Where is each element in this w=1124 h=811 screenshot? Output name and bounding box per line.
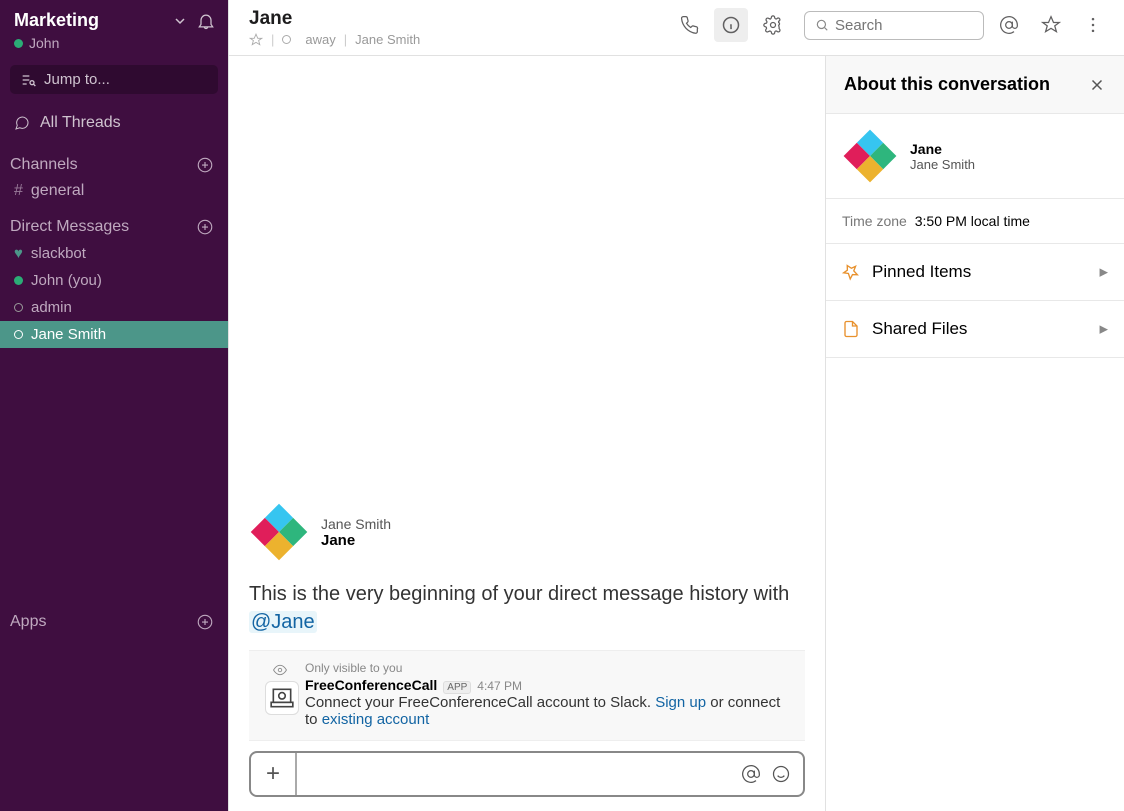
visibility-label: Only visible to you — [305, 661, 402, 675]
call-button[interactable] — [672, 8, 706, 42]
search-icon — [815, 17, 829, 33]
pin-icon — [842, 263, 860, 281]
dm-item-slackbot[interactable]: ♥ slackbot — [0, 240, 228, 267]
star-button[interactable] — [1034, 8, 1068, 42]
conversation-title: Jane — [249, 8, 672, 30]
intro-fullname: Jane Smith — [321, 516, 391, 532]
presence-online-icon — [14, 276, 23, 285]
timezone-row: Time zone 3:50 PM local time — [826, 199, 1124, 244]
dm-name: admin — [31, 299, 72, 316]
search-input[interactable] — [835, 17, 973, 34]
channels-label[interactable]: Channels — [10, 156, 78, 174]
dm-label[interactable]: Direct Messages — [10, 218, 129, 236]
star-icon[interactable] — [249, 33, 263, 47]
mentions-button[interactable] — [992, 8, 1026, 42]
presence-away-icon — [14, 330, 23, 339]
chevron-right-icon: ▸ — [1099, 319, 1108, 339]
tz-value: 3:50 PM local time — [915, 213, 1030, 229]
presence-away-icon — [282, 35, 291, 44]
channel-name: general — [31, 182, 84, 200]
file-icon — [842, 320, 860, 338]
intro-displayname: Jane — [321, 532, 391, 549]
system-message: Only visible to you FreeConferenceCall A… — [249, 650, 805, 741]
current-user-name: John — [29, 35, 59, 51]
dm-name: John (you) — [31, 272, 102, 289]
shared-files-label: Shared Files — [872, 319, 967, 339]
shared-files-row[interactable]: Shared Files ▸ — [826, 301, 1124, 358]
details-panel: About this conversation Jane Jane Smith — [826, 56, 1124, 811]
sidebar: Marketing John Jump to... All Threads Ch… — [0, 0, 228, 811]
pinned-items-row[interactable]: Pinned Items ▸ — [826, 244, 1124, 301]
add-channel-button[interactable] — [196, 156, 214, 174]
details-title: About this conversation — [844, 74, 1050, 95]
presence-online-icon — [14, 39, 23, 48]
dm-intro: Jane Smith Jane This is the very beginni… — [249, 502, 805, 650]
chevron-down-icon — [174, 15, 186, 27]
info-button[interactable] — [714, 8, 748, 42]
apps-label[interactable]: Apps — [10, 613, 46, 631]
workspace-name: Marketing — [14, 10, 174, 31]
details-display-name: Jane — [910, 141, 975, 157]
eye-icon — [273, 663, 287, 677]
hash-icon: # — [14, 182, 23, 200]
attach-button[interactable]: + — [251, 753, 297, 795]
signup-link[interactable]: Sign up — [655, 694, 706, 711]
channels-header: Channels — [0, 142, 228, 178]
details-full-name: Jane Smith — [910, 157, 975, 172]
add-app-button[interactable] — [196, 613, 214, 631]
sys-body-1: Connect your FreeConferenceCall account … — [305, 694, 655, 711]
existing-account-link[interactable]: existing account — [322, 711, 430, 728]
more-button[interactable] — [1076, 8, 1110, 42]
pinned-label: Pinned Items — [872, 262, 971, 282]
details-user-row[interactable]: Jane Jane Smith — [826, 114, 1124, 199]
dm-item-admin[interactable]: admin — [0, 294, 228, 321]
avatar — [842, 128, 898, 184]
workspace-header[interactable]: Marketing — [0, 0, 228, 35]
dm-name: slackbot — [31, 245, 86, 262]
message-area: Jane Smith Jane This is the very beginni… — [229, 56, 826, 811]
dm-name: Jane Smith — [31, 326, 106, 343]
app-name: FreeConferenceCall — [305, 677, 437, 693]
channel-header: Jane | away | Jane Smith — [249, 8, 672, 47]
presence-away-icon — [14, 303, 23, 312]
apps-header: Apps — [0, 613, 228, 811]
jump-to-input[interactable]: Jump to... — [10, 65, 218, 94]
search-box[interactable] — [804, 11, 984, 40]
full-name-text: Jane Smith — [355, 32, 420, 47]
settings-button[interactable] — [756, 8, 790, 42]
app-avatar — [265, 681, 299, 715]
status-text: away — [305, 32, 335, 47]
all-threads-link[interactable]: All Threads — [0, 104, 228, 142]
threads-icon — [14, 115, 30, 131]
avatar — [249, 502, 309, 562]
mention-link[interactable]: @Jane — [249, 611, 317, 633]
dm-item-jane[interactable]: Jane Smith — [0, 321, 228, 348]
add-dm-button[interactable] — [196, 218, 214, 236]
emoji-button[interactable] — [771, 764, 791, 784]
channel-item-general[interactable]: # general — [0, 178, 228, 204]
dm-item-john[interactable]: John (you) — [0, 267, 228, 294]
mention-button[interactable] — [741, 764, 761, 784]
tz-label: Time zone — [842, 213, 907, 229]
message-time: 4:47 PM — [477, 679, 522, 693]
message-input[interactable] — [297, 766, 741, 783]
dm-header: Direct Messages — [0, 204, 228, 240]
heart-icon: ♥ — [14, 245, 23, 262]
jump-to-label: Jump to... — [44, 71, 110, 88]
main-area: Jane | away | Jane Smith — [228, 0, 1124, 811]
all-threads-label: All Threads — [40, 114, 121, 132]
close-icon[interactable] — [1088, 76, 1106, 94]
chevron-right-icon: ▸ — [1099, 262, 1108, 282]
app-badge: APP — [443, 681, 471, 694]
current-user-row[interactable]: John — [0, 35, 228, 61]
message-composer: + — [249, 751, 805, 797]
search-list-icon — [20, 72, 36, 88]
intro-text: This is the very beginning of your direc… — [249, 583, 789, 605]
bell-icon[interactable] — [196, 11, 216, 31]
topbar: Jane | away | Jane Smith — [229, 0, 1124, 56]
